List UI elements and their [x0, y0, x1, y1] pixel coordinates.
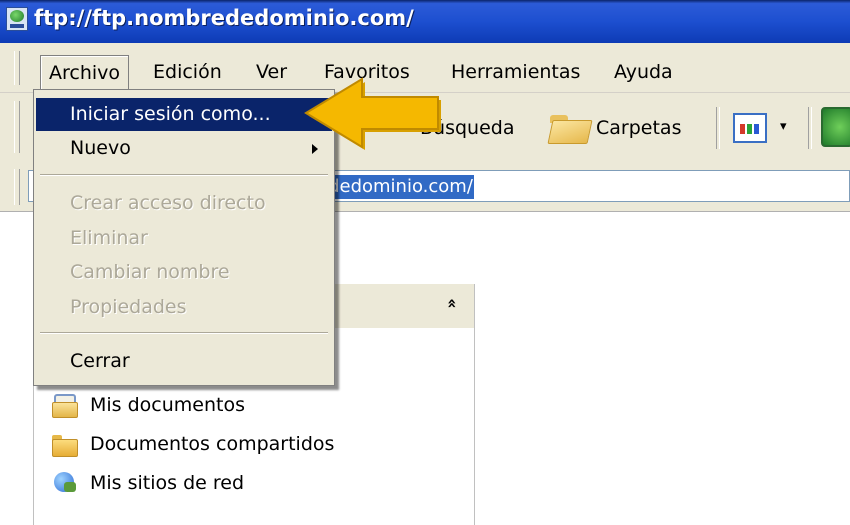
- collapse-chevron-icon[interactable]: »: [441, 298, 460, 308]
- menu-item-rename: Cambiar nombre: [70, 261, 230, 283]
- place-my-documents[interactable]: Mis documentos: [52, 390, 245, 420]
- toolbar-grip[interactable]: [14, 101, 20, 153]
- pointer-arrow-icon: [304, 77, 441, 150]
- menu-archivo[interactable]: Archivo: [40, 55, 130, 89]
- menu-edicion[interactable]: Edición: [145, 55, 230, 89]
- menu-herramientas[interactable]: Herramientas: [443, 55, 588, 89]
- views-icon[interactable]: [733, 113, 767, 143]
- views-dropdown-arrow[interactable]: ▾: [780, 119, 787, 134]
- shared-documents-icon: [52, 433, 78, 457]
- place-network[interactable]: Mis sitios de red: [52, 468, 244, 498]
- folders-button-label: Carpetas: [596, 117, 682, 139]
- menu-item-new-label: Nuevo: [70, 137, 131, 159]
- place-label: Mis documentos: [90, 394, 245, 416]
- menu-ver[interactable]: Ver: [248, 55, 295, 89]
- window-title: ftp://ftp.nombrededominio.com/: [34, 6, 414, 30]
- place-label: Mis sitios de red: [90, 472, 245, 494]
- toolbar-separator: [716, 107, 720, 149]
- folders-icon: [548, 113, 590, 143]
- menu-item-delete: Eliminar: [70, 227, 148, 249]
- my-documents-icon: [52, 394, 78, 418]
- addressbar-grip[interactable]: [14, 169, 20, 205]
- file-menu-dropdown: Iniciar sesión como... Nuevo Crear acces…: [33, 89, 335, 386]
- menu-separator: [40, 332, 328, 334]
- menu-item-create-shortcut: Crear acceso directo: [70, 192, 266, 214]
- place-label: Documentos compartidos: [90, 433, 335, 455]
- toolbar-separator: [808, 107, 812, 149]
- ftp-folder-icon: [6, 7, 28, 31]
- go-icon[interactable]: [821, 107, 850, 147]
- menu-ayuda[interactable]: Ayuda: [606, 55, 681, 89]
- folders-button[interactable]: Carpetas: [548, 101, 681, 155]
- menu-item-properties: Propiedades: [70, 296, 187, 318]
- title-bar[interactable]: ftp://ftp.nombrededominio.com/: [0, 0, 850, 43]
- place-shared-documents[interactable]: Documentos compartidos: [52, 429, 334, 459]
- network-places-icon: [52, 472, 76, 494]
- menu-separator: [40, 174, 328, 176]
- menubar-grip[interactable]: [14, 51, 20, 85]
- menu-item-close[interactable]: Cerrar: [36, 345, 332, 378]
- menu-item-new[interactable]: Nuevo: [36, 132, 332, 165]
- menu-item-login-as[interactable]: Iniciar sesión como...: [36, 98, 332, 131]
